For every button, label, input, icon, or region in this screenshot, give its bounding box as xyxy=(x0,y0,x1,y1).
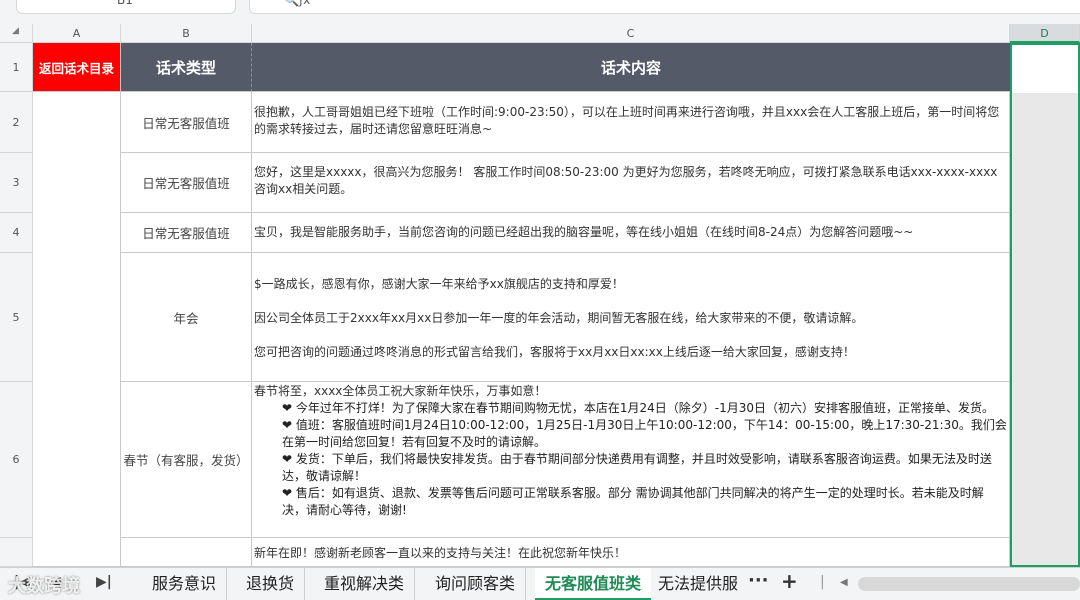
content-text: 新年在即！感谢新老顾客一直以来的支持与关注！在此祝您新年快乐！ xyxy=(254,546,627,560)
cell-type-row5[interactable]: 年会 xyxy=(121,253,252,382)
content-bullet: ❤ 值班：客服值班时间1月24日10:00-12:00，1月25日-1月30日上… xyxy=(282,418,1007,449)
content-bullet: ❤ 今年过年不打烊！为了保障大家在春节期间购物无忧，本店在1月24日（除夕）-1… xyxy=(282,401,995,415)
column-header-c[interactable]: C xyxy=(252,24,1010,43)
cell-content-row4[interactable]: 宝贝，我是智能服务助手，当前您咨询的问题已经超出我的脑容量呢，等在线小姐姐（在线… xyxy=(252,213,1010,253)
sheet-tab-bar: |◀ ◀ ▶| 服务意识 退换货 重视解决类 询问顾客类 无客服值班类 无法提供… xyxy=(0,567,1080,600)
select-all-corner[interactable]: ◢ xyxy=(0,24,33,43)
column-d-selection[interactable] xyxy=(1010,43,1080,567)
content-text: 宝贝，我是智能服务助手，当前您咨询的问题已经超出我的脑容量呢，等在线小姐姐（在线… xyxy=(254,225,914,239)
cell-type-row6[interactable]: 春节（有客服，发货） xyxy=(121,382,252,538)
row-header-4[interactable]: 4 xyxy=(0,213,33,253)
row-header-7[interactable] xyxy=(0,538,33,567)
cell-content-row2[interactable]: 很抱歉，人工哥哥姐姐已经下班啦（工作时间:9:00-23:50），可以在上班时间… xyxy=(252,92,1010,153)
content-text: 很抱歉，人工哥哥姐姐已经下班啦（工作时间:9:00-23:50），可以在上班时间… xyxy=(254,105,1000,136)
row-header-1[interactable]: 1 xyxy=(0,43,33,92)
sheet-tab-service[interactable]: 服务意识 xyxy=(142,568,228,600)
cell-a-blank[interactable] xyxy=(33,92,121,567)
sheet-tab-ask-customer[interactable]: 询问顾客类 xyxy=(425,568,527,600)
row-header-2[interactable]: 2 xyxy=(0,92,33,153)
content-text: 您可把咨询的问题通过咚咚消息的形式留言给我们，客服将于xx月xx日xx:xx上线… xyxy=(254,344,855,359)
cell-type-row3[interactable]: 日常无客服值班 xyxy=(121,153,252,213)
cell-content-row5[interactable]: $一路成长，感恩有你，感谢大家一年来给予xx旗舰店的支持和厚爱！ 因公司全体员工… xyxy=(252,253,1010,382)
formula-input[interactable] xyxy=(358,0,1080,14)
horizontal-scrollbar[interactable] xyxy=(858,577,1080,591)
sheet-tab-returns[interactable]: 退换货 xyxy=(236,568,306,600)
name-box[interactable]: B1 xyxy=(16,0,236,14)
spreadsheet-app: B1 🔍ƒx ◢ A B C D 1 2 3 4 5 6 返回话术目录 话术类型… xyxy=(0,0,1080,600)
content-text: 春节将至，xxxx全体员工祝大家新年快乐，万事如意！ xyxy=(254,384,547,398)
content-text: 您好，这里是xxxxx，很高兴为您服务！ 客服工作时间08:50-23:00 为… xyxy=(254,165,998,196)
column-header-a[interactable]: A xyxy=(33,24,121,43)
tab-divider: | xyxy=(820,574,825,590)
row-header-5[interactable]: 5 xyxy=(0,253,33,382)
column-header-b[interactable]: B xyxy=(121,24,252,43)
cell-content-row6[interactable]: 春节将至，xxxx全体员工祝大家新年快乐，万事如意！ ❤ 今年过年不打烊！为了保… xyxy=(252,382,1010,538)
function-search-box[interactable]: 🔍ƒx xyxy=(249,0,359,14)
content-bullet: ❤ 售后：如有退货、退款、发票等售后问题可正常联系客服。部分 需协调其他部门共同… xyxy=(282,486,984,517)
content-bullet: ❤ 发货：下单后，我们将最快安排发货。由于春节期间部分快递费用有调整，并且时效受… xyxy=(282,452,992,483)
cell-content-row3[interactable]: 您好，这里是xxxxx，很高兴为您服务！ 客服工作时间08:50-23:00 为… xyxy=(252,153,1010,213)
column-header-d[interactable]: D xyxy=(1010,24,1080,43)
formula-bar: B1 🔍ƒx xyxy=(0,0,1080,24)
cell-type-row2[interactable]: 日常无客服值班 xyxy=(121,92,252,153)
select-all-icon: ◢ xyxy=(12,26,19,36)
content-text: 因公司全体员工于2xxx年xx月xx日参加一年一度的年会活动，期间暂无客服在线，… xyxy=(254,310,864,325)
sheet-tab-no-service-duty[interactable]: 无客服值班类 xyxy=(535,568,652,600)
sheet-tab-resolve[interactable]: 重视解决类 xyxy=(314,568,416,600)
name-box-value: B1 xyxy=(117,0,133,7)
type-column-title: 话术类型 xyxy=(121,43,252,92)
content-column-title: 话术内容 xyxy=(252,43,1010,92)
watermark-logo: 大数跨境 xyxy=(8,576,80,597)
row-header-3[interactable]: 3 xyxy=(0,153,33,213)
cell-type-row4[interactable]: 日常无客服值班 xyxy=(121,213,252,253)
next-sheet-icon[interactable]: ▶| xyxy=(96,574,112,590)
more-sheets-icon[interactable]: ··· xyxy=(748,570,769,591)
back-to-catalog-link[interactable]: 返回话术目录 xyxy=(33,43,121,92)
content-text: $一路成长，感恩有你，感谢大家一年来给予xx旗舰店的支持和厚爱！ xyxy=(254,276,624,291)
search-fx-icon[interactable]: 🔍ƒx xyxy=(284,0,310,7)
cell-content-row7[interactable]: 新年在即！感谢新老顾客一直以来的支持与关注！在此祝您新年快乐！ xyxy=(252,538,1010,567)
cell-type-row7[interactable] xyxy=(121,538,252,567)
sheet-tab-cannot-provide[interactable]: 无法提供服 xyxy=(648,568,740,600)
row-header-6[interactable]: 6 xyxy=(0,382,33,538)
add-sheet-icon[interactable]: + xyxy=(781,569,798,593)
scroll-left-icon[interactable]: ◀ xyxy=(840,577,848,588)
